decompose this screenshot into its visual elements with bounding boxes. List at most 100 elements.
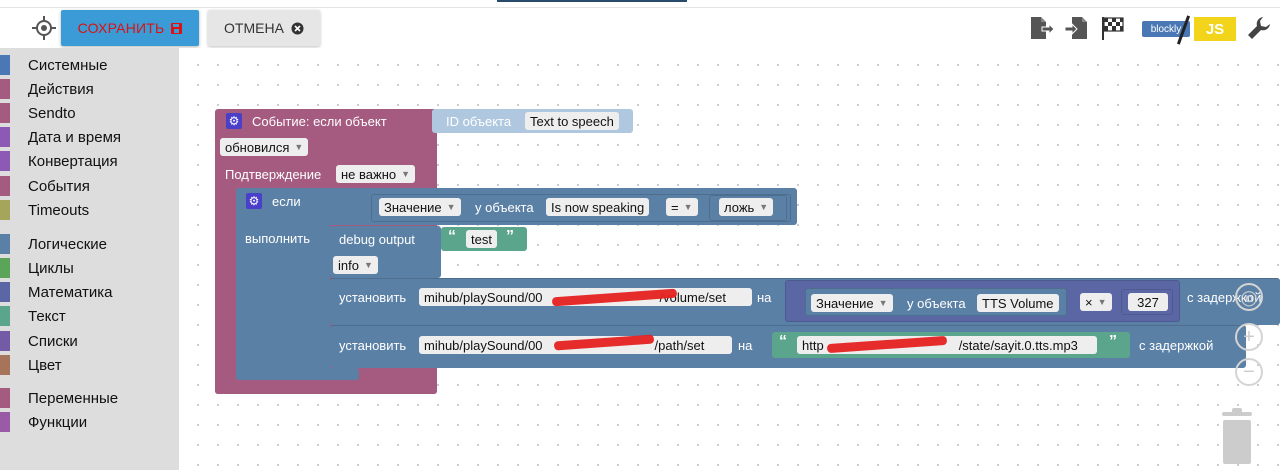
if-block-footer [236,368,359,380]
category-label: Действия [28,80,94,98]
operator-dropdown[interactable]: = ▼ [666,198,698,216]
debug-label: debug output [339,232,415,247]
set1-label: установить [339,290,407,305]
toolbox-category[interactable]: Timeouts [0,199,89,221]
toolbox-category[interactable]: Переменные [0,387,118,409]
debug-text-field[interactable]: test [466,230,497,248]
trash-icon[interactable] [1218,408,1256,466]
number-field[interactable]: 327 [1128,293,1168,311]
category-color-bar [0,355,10,375]
category-label: Функции [28,413,88,431]
toolbox-category[interactable]: Действия [0,78,94,100]
toolbox-category[interactable]: События [0,175,90,197]
close-quote-icon: ” [506,228,514,245]
js-label: JS [1194,17,1236,41]
cancel-label: ОТМЕНА [224,20,284,36]
toolbox-category[interactable]: Функции [0,411,87,433]
blockly-js-toggle[interactable]: blockly JS [1138,15,1242,45]
set1-on-label: на [757,290,772,305]
blockly-workspace[interactable]: ⚙ Событие: если объект ID объекта Text t… [179,48,1280,470]
dropdown-arrow-icon: ▼ [401,169,411,179]
category-label: Текст [28,307,66,325]
set2-delay-label: с задержкой [1139,338,1214,353]
category-color-bar [0,306,10,326]
set1-object-field[interactable]: TTS Volume [977,294,1059,312]
category-label: Логические [28,235,107,253]
toolbox-category[interactable]: Текст [0,305,66,327]
wrench-icon[interactable] [1246,15,1272,41]
ack-dropdown[interactable]: не важно ▼ [336,165,416,183]
toolbox-category[interactable]: Дата и время [0,126,121,148]
active-tab-indicator [497,0,687,2]
toolbox-category[interactable]: Математика [0,281,113,303]
toolbox-category[interactable]: Цвет [0,354,62,376]
multiply-operator-value: × [1085,294,1093,310]
category-label: Цвет [28,356,62,374]
zoom-out-icon[interactable]: − [1235,358,1263,386]
ack-label: Подтверждение [225,167,322,182]
debug-level-value: info [338,257,359,273]
dropdown-arrow-icon: ▼ [683,202,693,212]
category-label: Списки [28,332,78,350]
category-color-bar [0,412,10,432]
category-color-bar [0,176,10,196]
boolean-dropdown[interactable]: ложь ▼ [719,198,774,216]
top-strip [0,0,1280,8]
value-dropdown[interactable]: Значение ▼ [379,198,461,216]
category-color-bar [0,258,10,278]
toolbox-category[interactable]: Списки [0,330,78,352]
ack-value: не важно [341,166,397,182]
category-color-bar [0,282,10,302]
toolbox-category[interactable]: Системные [0,54,107,76]
category-label: Конвертация [28,152,118,170]
category-label: Циклы [28,259,74,277]
save-label: СОХРАНИТЬ [77,20,165,36]
dropdown-arrow-icon: ▼ [878,298,888,308]
toolbox-category[interactable]: Sendto [0,102,76,124]
category-label: Математика [28,283,113,301]
zoom-reset-icon[interactable]: ◎ [1235,283,1263,311]
checkered-flag-icon[interactable] [1100,15,1126,41]
open-quote-icon: “ [779,333,787,350]
set2-path-end: /path/set [654,337,705,353]
set1-of-object-label: у объекта [907,296,966,311]
set1-value-dd-label: Значение [816,295,874,311]
toolbox-category[interactable]: Циклы [0,257,74,279]
toolbox-sidebar: Системные Действия Sendto Дата и время Конве… [0,48,179,470]
boolean-value: ложь [724,199,755,215]
category-color-bar [0,103,10,123]
trigger-dropdown[interactable]: обновился ▼ [220,138,309,156]
export-icon[interactable] [1028,15,1054,41]
set2-path-start: mihub/playSound/00 [424,337,543,353]
zoom-in-icon[interactable]: + [1235,323,1263,351]
if-label: если [272,194,301,209]
open-quote-icon: “ [448,228,456,245]
gear-icon[interactable]: ⚙ [246,193,262,209]
cancel-button[interactable]: ОТМЕНА [208,10,320,46]
import-icon[interactable] [1064,15,1090,41]
trigger-value: обновился [225,139,290,155]
debug-level-dropdown[interactable]: info ▼ [333,256,378,274]
do-label: выполнить [245,231,310,246]
gear-icon[interactable]: ⚙ [226,113,242,129]
of-object-label: у объекта [475,200,534,215]
toolbox-category[interactable]: Конвертация [0,150,118,172]
target-icon[interactable] [30,14,58,42]
dropdown-arrow-icon: ▼ [294,142,304,152]
multiply-operator-dropdown[interactable]: × ▼ [1080,293,1112,311]
category-label: Sendto [28,104,76,122]
toolbox-category[interactable]: Логические [0,233,107,255]
category-color-bar [0,151,10,171]
toolbar: СОХРАНИТЬ ОТМЕНА blockly JS [0,8,1280,48]
object-field[interactable]: Is now speaking [546,198,650,216]
set1-path-start: mihub/playSound/00 [424,289,543,305]
category-color-bar [0,200,10,220]
category-color-bar [0,127,10,147]
dropdown-arrow-icon: ▼ [446,202,456,212]
object-id-value[interactable]: Text to speech [525,112,619,130]
set1-value-dropdown[interactable]: Значение ▼ [811,294,893,312]
close-circle-icon [291,22,304,34]
save-button[interactable]: СОХРАНИТЬ [61,10,199,46]
category-color-bar [0,55,10,75]
dropdown-arrow-icon: ▼ [759,202,769,212]
